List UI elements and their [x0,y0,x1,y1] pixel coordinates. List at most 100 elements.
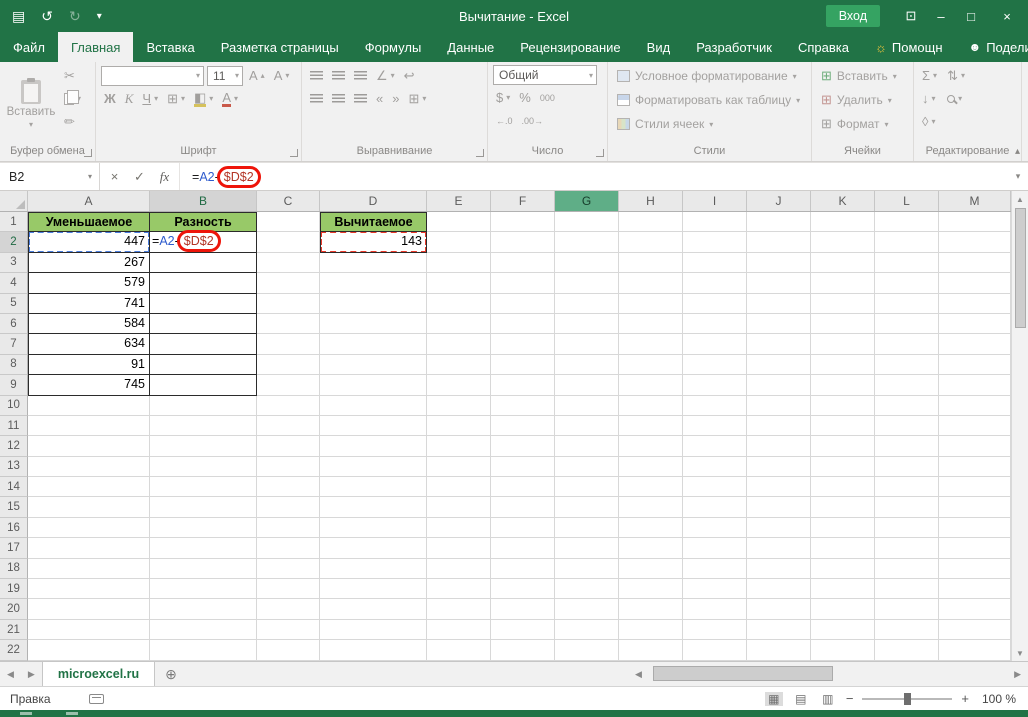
row-header-7[interactable]: 7 [0,334,28,354]
cell-J21[interactable] [747,620,811,640]
cell-E15[interactable] [427,497,491,517]
cell-I6[interactable] [683,314,747,334]
sheet-tab-active[interactable]: microexcel.ru [42,662,155,686]
cell-E19[interactable] [427,579,491,599]
cell-I2[interactable] [683,232,747,252]
cell-L8[interactable] [875,355,939,375]
cell-G11[interactable] [555,416,619,436]
format-as-table-button[interactable]: Форматировать как таблицу▾ [613,89,806,111]
cell-A9[interactable]: 745 [28,375,150,395]
cell-C16[interactable] [257,518,320,538]
cell-F5[interactable] [491,294,555,314]
cell-D13[interactable] [320,457,427,477]
cell-H9[interactable] [619,375,683,395]
cell-H5[interactable] [619,294,683,314]
cell-D15[interactable] [320,497,427,517]
cell-H20[interactable] [619,599,683,619]
align-left-button[interactable] [307,88,326,109]
align-middle-button[interactable] [329,65,348,86]
decrease-decimal-button[interactable]: .00→ [519,110,547,131]
cell-L6[interactable] [875,314,939,334]
cell-H17[interactable] [619,538,683,558]
cell-I20[interactable] [683,599,747,619]
merge-center-button[interactable]: ⊞▾ [405,88,429,109]
zoom-slider-thumb[interactable] [904,693,911,705]
cell-G22[interactable] [555,640,619,660]
cell-C18[interactable] [257,559,320,579]
cell-K17[interactable] [811,538,875,558]
cell-K10[interactable] [811,396,875,416]
save-icon[interactable]: ▤ [12,8,25,25]
row-header-3[interactable]: 3 [0,253,28,273]
cell-I10[interactable] [683,396,747,416]
cell-J4[interactable] [747,273,811,293]
cell-L16[interactable] [875,518,939,538]
cell-E21[interactable] [427,620,491,640]
cell-B16[interactable] [150,518,257,538]
cell-K6[interactable] [811,314,875,334]
cell-E22[interactable] [427,640,491,660]
tab-home[interactable]: Главная [58,32,133,62]
align-right-button[interactable] [351,88,370,109]
select-all-corner[interactable] [0,191,28,211]
cell-I15[interactable] [683,497,747,517]
cell-J7[interactable] [747,334,811,354]
font-size-select[interactable]: 11▾ [207,66,243,86]
autosum-button[interactable]: Σ▾ [919,65,940,86]
cell-M4[interactable] [939,273,1011,293]
column-header-K[interactable]: K [811,191,875,211]
cell-E11[interactable] [427,416,491,436]
cell-L1[interactable] [875,212,939,232]
tab-developer[interactable]: Разработчик [683,32,785,62]
cell-F4[interactable] [491,273,555,293]
cell-I8[interactable] [683,355,747,375]
cell-F21[interactable] [491,620,555,640]
previous-sheet-icon[interactable]: ◀ [0,662,21,686]
cell-H16[interactable] [619,518,683,538]
cell-A4[interactable]: 579 [28,273,150,293]
redo-icon[interactable]: ↻ [69,8,81,25]
cell-K7[interactable] [811,334,875,354]
align-top-button[interactable] [307,65,326,86]
delete-cells-button[interactable]: ⊞Удалить▾ [817,89,908,111]
cell-C4[interactable] [257,273,320,293]
column-header-A[interactable]: A [28,191,150,211]
cell-H11[interactable] [619,416,683,436]
cell-K4[interactable] [811,273,875,293]
tab-data[interactable]: Данные [434,32,507,62]
align-bottom-button[interactable] [351,65,370,86]
horizontal-scrollbar-track[interactable] [649,662,1007,686]
keyboard-icon[interactable] [89,694,104,704]
cell-G3[interactable] [555,253,619,273]
cell-D18[interactable] [320,559,427,579]
cell-D10[interactable] [320,396,427,416]
minimize-button[interactable]: – [926,9,956,24]
cell-B5[interactable] [150,294,257,314]
cell-M6[interactable] [939,314,1011,334]
cell-J13[interactable] [747,457,811,477]
cell-B10[interactable] [150,396,257,416]
cell-H4[interactable] [619,273,683,293]
row-header-14[interactable]: 14 [0,477,28,497]
cell-F13[interactable] [491,457,555,477]
cell-B11[interactable] [150,416,257,436]
cell-B3[interactable] [150,253,257,273]
number-dialog-launcher[interactable] [596,149,604,157]
cell-B15[interactable] [150,497,257,517]
vertical-scrollbar-track[interactable] [1012,207,1028,645]
cell-C22[interactable] [257,640,320,660]
cell-I9[interactable] [683,375,747,395]
cell-I5[interactable] [683,294,747,314]
cell-A1[interactable]: Уменьшаемое [28,212,150,232]
cut-button[interactable]: ✂ [61,65,84,86]
page-layout-view-icon[interactable]: ▤ [792,692,810,706]
shrink-font-button[interactable]: А▾ [271,65,293,86]
cell-E7[interactable] [427,334,491,354]
cell-A19[interactable] [28,579,150,599]
cell-A6[interactable]: 584 [28,314,150,334]
tab-formulas[interactable]: Формулы [352,32,435,62]
cell-D9[interactable] [320,375,427,395]
cell-L7[interactable] [875,334,939,354]
cell-E3[interactable] [427,253,491,273]
cell-B18[interactable] [150,559,257,579]
